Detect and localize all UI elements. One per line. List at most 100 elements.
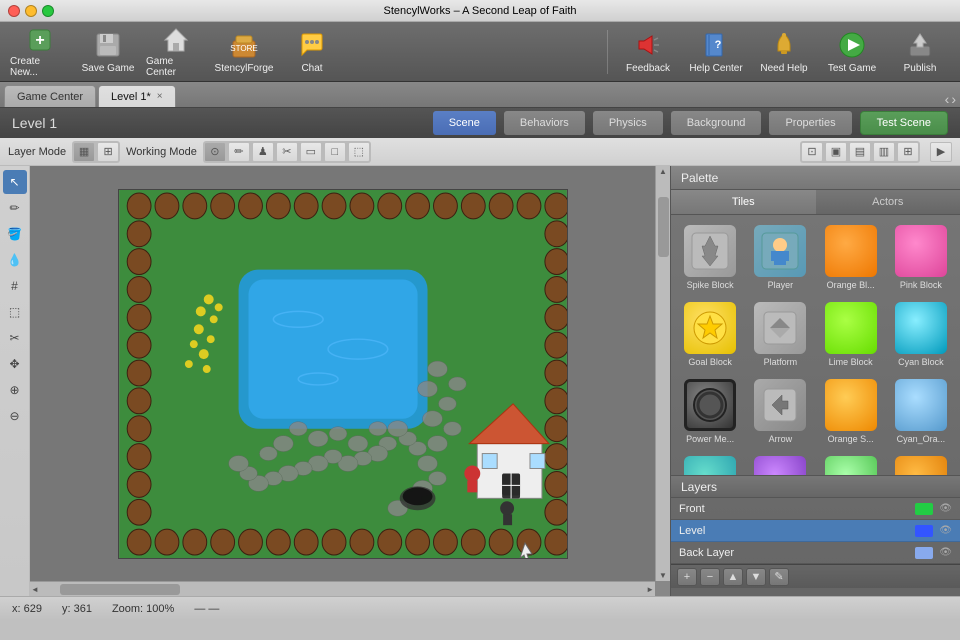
tiles-tab[interactable]: Tiles [671,190,816,214]
background-tab[interactable]: Background [671,111,762,135]
horizontal-scrollbar[interactable]: ◄ ► [30,581,655,596]
palette-arrow[interactable]: Arrow [747,375,813,448]
cyan-lim-tile [825,456,877,475]
palette-lime-block[interactable]: Lime Block [818,298,884,371]
palette-goal-block[interactable]: Goal Block [677,298,743,371]
scene-tab[interactable]: Scene [433,111,496,135]
vertical-scrollbar[interactable]: ▲ ▼ [655,166,670,581]
eraser-tool[interactable]: ⬚ [3,300,27,324]
table-tool-button[interactable]: ⊞ [897,142,919,162]
window-controls [8,5,54,17]
game-canvas[interactable] [118,189,568,559]
actors-tab[interactable]: Actors [816,190,960,214]
help-center-button[interactable]: ? Help Center [684,26,748,78]
level-title: Level 1 [12,115,57,131]
level-layer-eye[interactable]: 👁 [939,525,952,536]
need-help-button[interactable]: Need Help [752,26,816,78]
front-layer-row[interactable]: Front 👁 [671,498,960,520]
scissors-tool-button[interactable]: ✂ [276,142,298,162]
eraser-tool-button[interactable]: ⬚ [348,142,370,162]
stencylforge-button[interactable]: STORE StencylForge [212,26,276,78]
maximize-button[interactable] [42,5,54,17]
toolsbar: Layer Mode ▦ ⊞ Working Mode ⊙ ✏ ♟ ✂ ▭ □ … [0,138,960,166]
export-tool-button[interactable]: ⊡ [801,142,823,162]
test-scene-button[interactable]: Test Scene [860,111,948,135]
zoom-in-tool[interactable]: ⊕ [3,378,27,402]
scissors-tool[interactable]: ✂ [3,326,27,350]
back-layer-row[interactable]: Back Layer 👁 [671,542,960,564]
canvas-scroll [30,166,655,581]
play-icon [836,30,868,61]
palette-spike-block[interactable]: Spike Block [677,221,743,294]
palette-player[interactable]: Player [747,221,813,294]
edit-layer-button[interactable]: ✎ [769,568,789,586]
hscroll-thumb[interactable] [60,584,180,595]
move-tool[interactable]: ✥ [3,352,27,376]
test-game-button[interactable]: Test Game [820,26,884,78]
palette-pink-block[interactable]: Pink Block [888,221,954,294]
layer-grid-button[interactable]: ▦ [73,142,95,162]
close-button[interactable] [8,5,20,17]
remove-layer-button[interactable]: − [700,568,720,586]
level-tab[interactable]: Level 1* × [98,85,176,107]
physics-tab[interactable]: Physics [593,111,663,135]
palette-orange-block[interactable]: Orange Bl... [818,221,884,294]
fill-tool[interactable]: 🪣 [3,222,27,246]
tab-prev-button[interactable]: ‹ [945,91,950,107]
front-layer-eye[interactable]: 👁 [939,503,952,514]
game-center-button[interactable]: Game Center [144,26,208,78]
create-new-button[interactable]: + Create New... [8,26,72,78]
pencil-tool[interactable]: ✏ [3,196,27,220]
tab-close-button[interactable]: × [157,91,163,102]
display-tool-button[interactable]: ▤ [849,142,871,162]
add-layer-button[interactable]: + [677,568,697,586]
monitor-tool-button[interactable]: ▣ [825,142,847,162]
game-center-tab[interactable]: Game Center [4,85,96,107]
palette-orange-li[interactable]: Orange_Li... [888,452,954,475]
chat-icon [296,30,328,61]
titlebar: StencylWorks – A Second Leap of Faith [0,0,960,22]
palette-cyan-pin[interactable]: Cyan_Pin... [747,452,813,475]
minimize-button[interactable] [25,5,37,17]
eyedrop-tool[interactable]: 💧 [3,248,27,272]
layer-stack-button[interactable]: ⊞ [97,142,119,162]
publish-button[interactable]: Publish [888,26,952,78]
palette-power-me[interactable]: Power Me... [677,375,743,448]
zoom-out-tool[interactable]: ⊖ [3,404,27,428]
person-tool-button[interactable]: ♟ [252,142,274,162]
vscroll-thumb[interactable] [658,197,669,257]
grid-tool[interactable]: # [3,274,27,298]
window-title: StencylWorks – A Second Leap of Faith [383,5,576,17]
scroll-down-arrow[interactable]: ▼ [658,570,668,581]
move-layer-down-button[interactable]: ▼ [746,568,766,586]
panel-tool-button[interactable]: ▥ [873,142,895,162]
lime-block-label: Lime Block [829,357,873,367]
palette-platform[interactable]: Platform [747,298,813,371]
level-layer-row[interactable]: Level 👁 [671,520,960,542]
scroll-right-arrow[interactable]: ► [645,584,655,595]
cyan-switch-tile [684,456,736,475]
orange-block-tile [825,225,877,277]
working-mode-group: ⊙ ✏ ♟ ✂ ▭ □ ⬚ [203,141,371,163]
rect-tool-button[interactable]: □ [324,142,346,162]
feedback-button[interactable]: Feedback [616,26,680,78]
chat-button[interactable]: Chat [280,26,344,78]
pencil-tool-button[interactable]: ✏ [228,142,250,162]
palette-cyan-switch[interactable]: Cyan Switch [677,452,743,475]
scroll-left-arrow[interactable]: ◄ [30,584,40,595]
save-game-button[interactable]: Save Game [76,26,140,78]
play-tool-button[interactable]: ▶ [930,142,952,162]
palette-cyan-block[interactable]: Cyan Block [888,298,954,371]
scroll-up-arrow[interactable]: ▲ [658,166,668,177]
tab-next-button[interactable]: › [951,91,956,107]
move-layer-up-button[interactable]: ▲ [723,568,743,586]
palette-cyan-lim[interactable]: Cyan_Lim... [818,452,884,475]
palette-cyan-ora[interactable]: Cyan_Ora... [888,375,954,448]
properties-tab[interactable]: Properties [769,111,851,135]
rect-select-button[interactable]: ▭ [300,142,322,162]
select-tool[interactable]: ↖ [3,170,27,194]
palette-orange-s[interactable]: Orange S... [818,375,884,448]
pointer-tool-button[interactable]: ⊙ [204,142,226,162]
behaviors-tab[interactable]: Behaviors [504,111,585,135]
back-layer-eye[interactable]: 👁 [939,547,952,558]
